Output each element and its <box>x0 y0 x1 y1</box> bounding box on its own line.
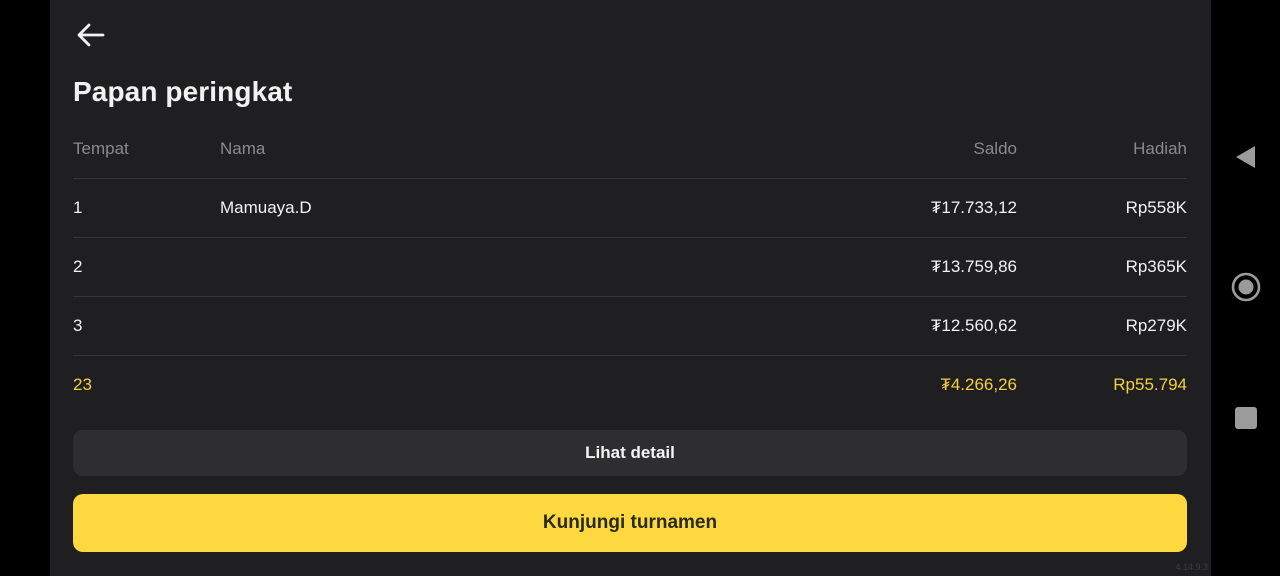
row-balance: ₮12.560,62 <box>930 316 1017 335</box>
triangle-back-icon <box>1231 142 1261 172</box>
column-header-balance: Saldo <box>973 139 1017 158</box>
column-header-place: Tempat <box>73 139 129 158</box>
arrow-left-icon <box>74 18 108 52</box>
system-home-button[interactable] <box>1231 272 1261 302</box>
table-row: 3 ₮12.560,62 Rp279K <box>73 297 1187 356</box>
circle-home-icon <box>1231 272 1261 302</box>
row-prize: Rp365K <box>1125 257 1187 276</box>
current-user-prize: Rp55.794 <box>1113 375 1187 394</box>
visit-tournament-button[interactable]: Kunjungi turnamen <box>73 494 1187 552</box>
current-user-place: 23 <box>73 375 92 394</box>
row-balance: ₮13.759,86 <box>930 257 1017 276</box>
table-header: Tempat Nama Saldo Hadiah <box>73 120 1187 179</box>
row-place: 2 <box>73 257 83 276</box>
row-prize: Rp558K <box>1125 198 1187 217</box>
column-header-name: Nama <box>220 139 266 158</box>
table-row: 1 Mamuaya.D ₮17.733,12 Rp558K <box>73 179 1187 238</box>
row-place: 3 <box>73 316 83 335</box>
row-place: 1 <box>73 198 83 217</box>
row-name: Mamuaya.D <box>220 198 312 217</box>
column-header-prize: Hadiah <box>1133 139 1187 158</box>
page-title: Papan peringkat <box>73 76 293 107</box>
leaderboard-panel: Papan peringkat Tempat Nama Saldo Hadiah… <box>50 0 1211 576</box>
table-row: 2 ₮13.759,86 Rp365K <box>73 238 1187 297</box>
square-recents-icon <box>1231 403 1261 433</box>
row-prize: Rp279K <box>1125 316 1187 335</box>
row-balance: ₮17.733,12 <box>930 198 1017 217</box>
system-navigation-bar <box>1211 0 1280 576</box>
system-recents-button[interactable] <box>1231 403 1261 433</box>
back-button[interactable] <box>74 18 108 52</box>
current-user-balance: ₮4.266,26 <box>940 375 1017 394</box>
leaderboard-table: Tempat Nama Saldo Hadiah 1 Mamuaya.D ₮17… <box>73 120 1187 414</box>
view-detail-button[interactable]: Lihat detail <box>73 430 1187 476</box>
current-user-row: 23 ₮4.266,26 Rp55.794 <box>73 356 1187 414</box>
system-back-button[interactable] <box>1231 142 1261 172</box>
version-label: 4.14.9.3 <box>1175 562 1208 572</box>
screen: Papan peringkat Tempat Nama Saldo Hadiah… <box>0 0 1280 576</box>
